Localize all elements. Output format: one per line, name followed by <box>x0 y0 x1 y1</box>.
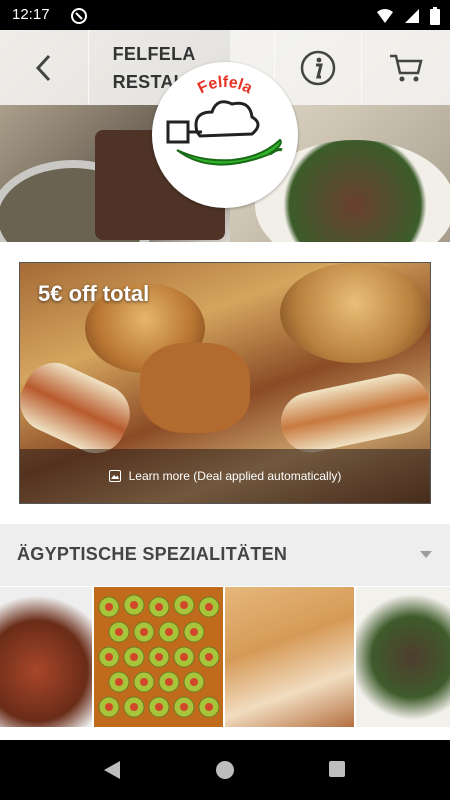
category-thumbnail[interactable] <box>93 587 224 727</box>
promo-card[interactable]: 5€ off total Learn more (Deal applied au… <box>19 262 431 504</box>
system-nav-bar <box>0 740 450 800</box>
category-title: ÄGYPTISCHE SPEZIALITÄTEN <box>17 544 288 564</box>
cart-icon <box>390 54 423 81</box>
status-time: 12:17 <box>12 6 50 23</box>
promo-footer-text: Learn more (Deal applied automatically) <box>128 469 342 483</box>
chevron-left-icon <box>35 54 50 81</box>
status-bar: 12:17 <box>0 0 450 30</box>
promo-headline: 5€ off total <box>38 281 150 306</box>
recents-nav-icon[interactable] <box>328 760 346 783</box>
home-nav-icon[interactable] <box>215 760 235 785</box>
category-thumbnail[interactable] <box>0 587 92 727</box>
cart-button[interactable] <box>362 30 450 105</box>
category-header[interactable]: ÄGYPTISCHE SPEZIALITÄTEN <box>0 524 450 586</box>
wifi-icon <box>376 8 394 29</box>
restaurant-logo: Felfela <box>152 62 298 208</box>
image-icon <box>108 470 121 482</box>
category-thumbnail[interactable] <box>225 587 355 727</box>
back-nav-icon[interactable] <box>103 760 121 785</box>
caret-down-icon <box>420 551 432 558</box>
signal-icon <box>404 8 420 29</box>
category-thumbnails <box>0 587 450 727</box>
info-icon <box>300 50 336 85</box>
sync-icon <box>70 7 88 30</box>
category-thumbnail[interactable] <box>356 587 450 727</box>
promo-learn-more[interactable]: Learn more (Deal applied automatically) <box>20 449 430 503</box>
back-button[interactable] <box>0 30 89 105</box>
battery-icon <box>430 7 440 30</box>
